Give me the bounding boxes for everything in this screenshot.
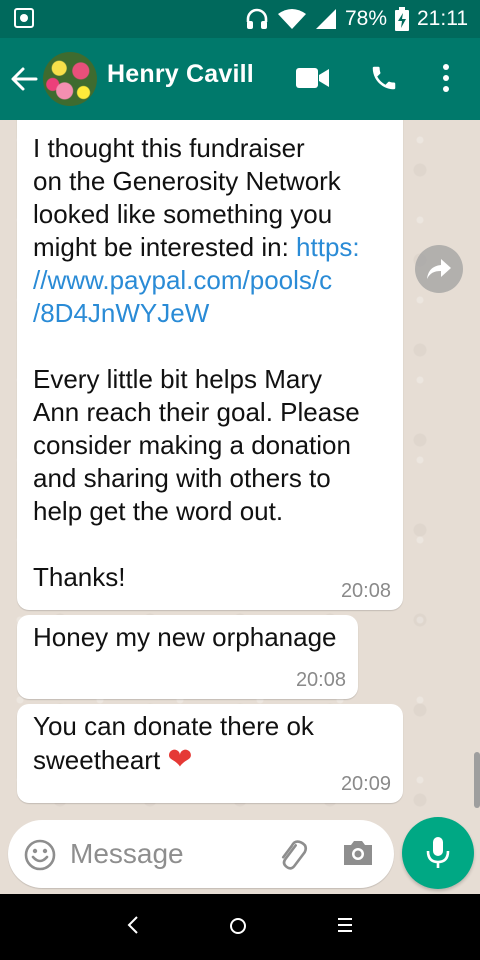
nav-home-icon[interactable] — [229, 917, 247, 935]
message-text-part: Every little bit helps Mary Ann reach th… — [33, 364, 360, 592]
mic-button[interactable] — [402, 817, 474, 889]
headphones-icon — [246, 8, 268, 29]
nav-back-icon[interactable] — [126, 915, 140, 935]
status-indicators: 78% 21:11 — [245, 0, 468, 38]
attach-icon[interactable] — [275, 838, 309, 872]
notification-icon — [14, 8, 34, 28]
message-bubble[interactable]: I thought this fundraiser on the Generos… — [17, 120, 403, 610]
mic-icon — [426, 837, 450, 868]
more-vert-icon[interactable] — [437, 63, 455, 93]
message-time: 20:08 — [295, 669, 346, 691]
signal-icon — [315, 9, 336, 29]
video-call-icon[interactable] — [296, 67, 330, 89]
avatar[interactable] — [43, 52, 97, 106]
message-text: Honey my new orphanage — [33, 622, 337, 652]
contact-name[interactable]: Henry Cavill — [107, 60, 254, 89]
nav-recents-icon[interactable] — [337, 915, 353, 935]
phone-icon[interactable] — [369, 63, 399, 93]
heart-emoji: ❤ — [167, 743, 193, 776]
battery-charging-icon — [395, 7, 409, 31]
message-composer — [0, 817, 480, 894]
message-time: 20:09 — [340, 773, 391, 795]
message-input-container — [8, 820, 394, 888]
message-bubble[interactable]: You can donate there ok sweetheart ❤ 20:… — [17, 704, 403, 803]
battery-percent: 78% — [344, 7, 387, 30]
message-time: 20:08 — [340, 580, 391, 602]
camera-icon[interactable] — [341, 838, 375, 868]
message-bubble[interactable]: Honey my new orphanage 20:08 — [17, 615, 358, 699]
forward-button[interactable] — [415, 245, 463, 293]
wifi-icon — [277, 9, 306, 29]
message-text: I thought this fundraiser on the Generos… — [33, 132, 387, 594]
clock: 21:11 — [417, 7, 468, 30]
back-arrow-icon[interactable] — [10, 65, 38, 93]
emoji-icon[interactable] — [23, 838, 57, 872]
message-text: You can donate there ok sweetheart ❤ — [33, 710, 387, 777]
forward-icon — [427, 259, 451, 279]
scrollbar-thumb[interactable] — [474, 752, 480, 808]
chat-header: Henry Cavill — [0, 38, 480, 120]
message-input[interactable] — [70, 834, 270, 874]
status-bar: 78% 21:11 — [0, 0, 480, 38]
system-nav-bar — [0, 894, 480, 960]
message-text-part: I thought this fundraiser on the Generos… — [33, 133, 341, 262]
chat-area[interactable]: I thought this fundraiser on the Generos… — [0, 120, 480, 818]
